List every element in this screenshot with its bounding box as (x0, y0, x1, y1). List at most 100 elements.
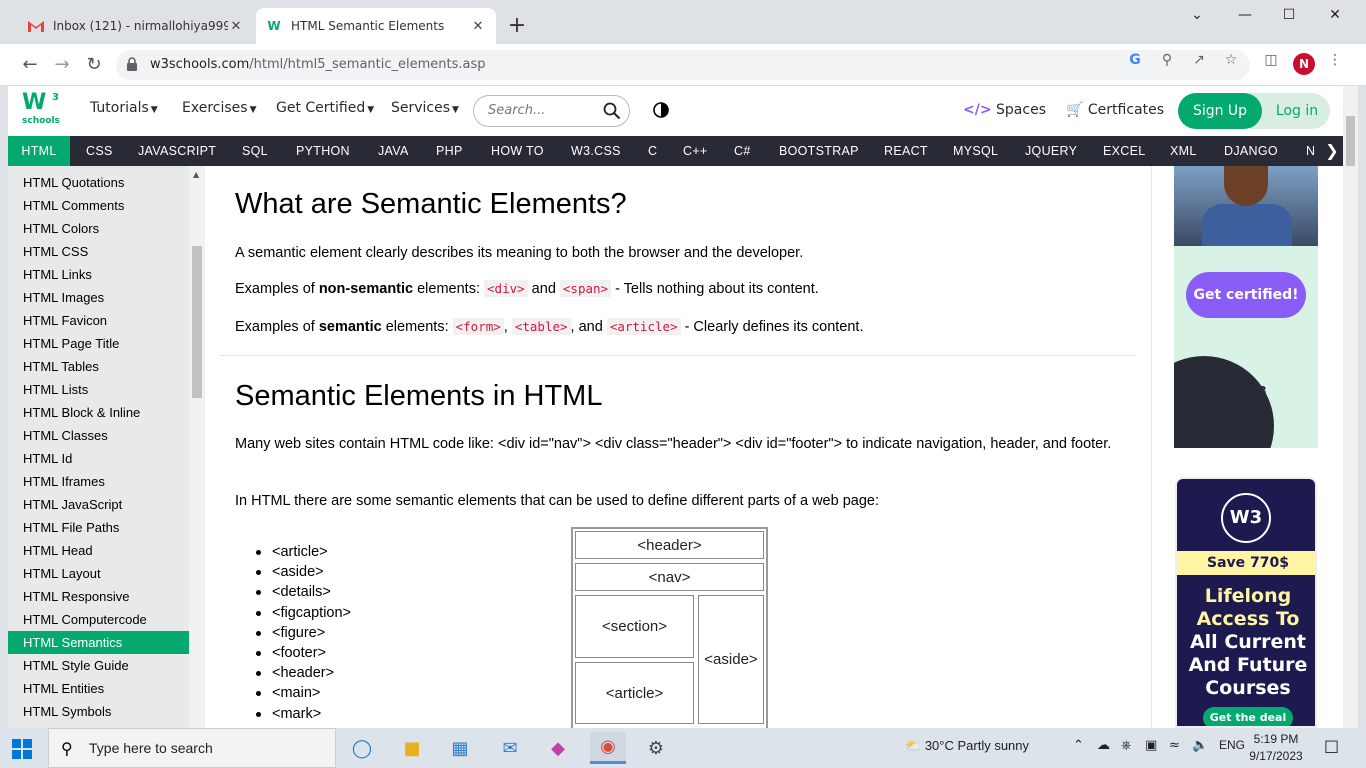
lang-howto[interactable]: HOW TO (481, 136, 554, 166)
sidebar-item-comments[interactable]: HTML Comments (8, 194, 189, 217)
login-button[interactable]: Log in (1250, 93, 1330, 129)
lang-java[interactable]: JAVA (368, 136, 419, 166)
forward-arrow-icon[interactable]: → (49, 52, 75, 78)
wifi-icon[interactable]: ≈ (1169, 738, 1180, 753)
lang-c[interactable]: C (638, 136, 667, 166)
spaces-link[interactable]: </> Spaces (963, 102, 1046, 118)
mail-icon[interactable]: ✉ (492, 732, 528, 764)
lang-excel[interactable]: EXCEL (1093, 136, 1156, 166)
wondershare-icon[interactable]: ◆ (540, 732, 576, 764)
store-icon[interactable]: ▦ (442, 732, 478, 764)
lang-python[interactable]: PYTHON (286, 136, 360, 166)
google-lens-icon[interactable]: G (1126, 51, 1144, 69)
lang-sql[interactable]: SQL (232, 136, 278, 166)
sidebar-item-computercode[interactable]: HTML Computercode (8, 608, 189, 631)
dark-mode-toggle-icon[interactable] (653, 102, 669, 118)
sidebar-item-images[interactable]: HTML Images (8, 286, 189, 309)
close-tab-icon[interactable]: ✕ (470, 19, 486, 34)
sidebar-item-favicon[interactable]: HTML Favicon (8, 309, 189, 332)
sidebar-item-semantics[interactable]: HTML Semantics (8, 631, 189, 654)
chevron-right-icon[interactable]: ❯ (1321, 136, 1343, 166)
lang-css[interactable]: CSS (76, 136, 123, 166)
tab-gmail[interactable]: Inbox (121) - nirmallohiya999@g ✕ (18, 8, 254, 44)
volume-icon[interactable]: 🔈 (1192, 738, 1208, 753)
chrome-icon[interactable]: ◉ (590, 732, 626, 764)
sidebar-item-lists[interactable]: HTML Lists (8, 378, 189, 401)
minimize-button[interactable]: — (1222, 0, 1268, 32)
w3schools-logo[interactable]: W 3 schools (22, 92, 62, 130)
sidebar-item-links[interactable]: HTML Links (8, 263, 189, 286)
sidebar-item-colors[interactable]: HTML Colors (8, 217, 189, 240)
lang-bootstrap[interactable]: BOOTSTRAP (769, 136, 869, 166)
back-arrow-icon[interactable]: ← (17, 52, 43, 78)
page-scrollbar[interactable] (1343, 86, 1358, 728)
usb-icon[interactable]: ⎈ (1121, 738, 1131, 753)
lang-w3css[interactable]: W3.CSS (561, 136, 631, 166)
tab-search-chevron-icon[interactable]: ⌄ (1174, 0, 1220, 32)
sidebar-item-quotations[interactable]: HTML Quotations (8, 171, 189, 194)
scroll-up-icon[interactable]: ▲ (193, 170, 199, 179)
sidebar-item-file-paths[interactable]: HTML File Paths (8, 516, 189, 539)
chevron-up-icon[interactable]: ⌃ (1073, 738, 1084, 753)
menu-services[interactable]: Services ▼ (391, 100, 459, 116)
zoom-icon[interactable]: ⚲ (1158, 51, 1176, 69)
close-tab-icon[interactable]: ✕ (228, 19, 244, 34)
close-window-button[interactable]: ✕ (1312, 0, 1358, 32)
sidebar-item-classes[interactable]: HTML Classes (8, 424, 189, 447)
sidebar-item-symbols[interactable]: HTML Symbols (8, 700, 189, 723)
address-bar[interactable]: w3schools.com/html/html5_semantic_elemen… (116, 50, 1250, 80)
lang-mysql[interactable]: MYSQL (943, 136, 1008, 166)
reload-icon[interactable]: ↻ (81, 52, 107, 78)
sidebar-item-entities[interactable]: HTML Entities (8, 677, 189, 700)
sidebar-item-id[interactable]: HTML Id (8, 447, 189, 470)
lang-php[interactable]: PHP (426, 136, 473, 166)
sidebar-item-style-guide[interactable]: HTML Style Guide (8, 654, 189, 677)
sidebar-item-css[interactable]: HTML CSS (8, 240, 189, 263)
battery-icon[interactable]: ▣ (1145, 738, 1157, 753)
maximize-button[interactable]: ☐ (1266, 0, 1312, 32)
lang-django[interactable]: DJANGO (1214, 136, 1288, 166)
bookmark-star-icon[interactable]: ☆ (1222, 51, 1240, 69)
file-explorer-icon[interactable]: ■ (394, 732, 430, 764)
sidebar-item-tables[interactable]: HTML Tables (8, 355, 189, 378)
system-clock[interactable]: 5:19 PM 9/17/2023 (1246, 731, 1306, 765)
sidebar-item-responsive[interactable]: HTML Responsive (8, 585, 189, 608)
onedrive-icon[interactable]: ☁ (1097, 738, 1110, 753)
side-panel-icon[interactable]: ◫ (1262, 51, 1280, 69)
page-scroll-thumb[interactable] (1346, 116, 1355, 166)
lang-jquery[interactable]: JQUERY (1015, 136, 1087, 166)
certificates-link[interactable]: 🛒 Certficates (1066, 102, 1164, 118)
notifications-icon[interactable]: □ (1324, 736, 1339, 755)
new-tab-button[interactable]: + (505, 12, 529, 40)
certified-ad[interactable]: Get certified! W3 schools (1174, 166, 1318, 448)
sidebar-item-iframes[interactable]: HTML Iframes (8, 470, 189, 493)
menu-exercises[interactable]: Exercises ▼ (182, 100, 256, 116)
input-language[interactable]: ENG (1219, 738, 1245, 752)
tab-w3schools[interactable]: W HTML Semantic Elements ✕ (256, 8, 496, 44)
profile-avatar[interactable]: N (1293, 53, 1315, 75)
lang-xml[interactable]: XML (1160, 136, 1207, 166)
lang-javascript[interactable]: JAVASCRIPT (128, 136, 226, 166)
lang-csharp[interactable]: C# (724, 136, 761, 166)
edge-icon[interactable]: ◯ (344, 732, 380, 764)
lang-react[interactable]: REACT (874, 136, 938, 166)
windows-start-icon[interactable] (12, 739, 32, 759)
settings-gear-icon[interactable]: ⚙ (638, 732, 674, 764)
sidebar-item-block-inline[interactable]: HTML Block & Inline (8, 401, 189, 424)
share-icon[interactable]: ↗ (1190, 51, 1208, 69)
get-certified-button[interactable]: Get certified! (1186, 272, 1306, 318)
sidebar-item-page-title[interactable]: HTML Page Title (8, 332, 189, 355)
sidebar-scroll-thumb[interactable] (192, 246, 202, 398)
sidebar-item-layout[interactable]: HTML Layout (8, 562, 189, 585)
menu-get-certified[interactable]: Get Certified ▼ (276, 100, 374, 116)
lang-html[interactable]: HTML (8, 136, 70, 166)
sidebar-scrollbar[interactable]: ▲ (189, 166, 205, 728)
weather-widget[interactable]: ⛅ 30°C Partly sunny (905, 738, 1029, 754)
search-input[interactable]: Search... (473, 95, 630, 127)
lang-cpp[interactable]: C++ (673, 136, 718, 166)
get-the-deal-button[interactable]: Get the deal (1203, 707, 1293, 726)
sidebar-item-head[interactable]: HTML Head (8, 539, 189, 562)
chrome-menu-icon[interactable]: ⋮ (1326, 51, 1344, 69)
taskbar-search-box[interactable]: ⚲ Type here to search (48, 728, 336, 768)
lifelong-access-ad[interactable]: W3 Save 770$ Lifelong Access To All Curr… (1175, 477, 1317, 728)
